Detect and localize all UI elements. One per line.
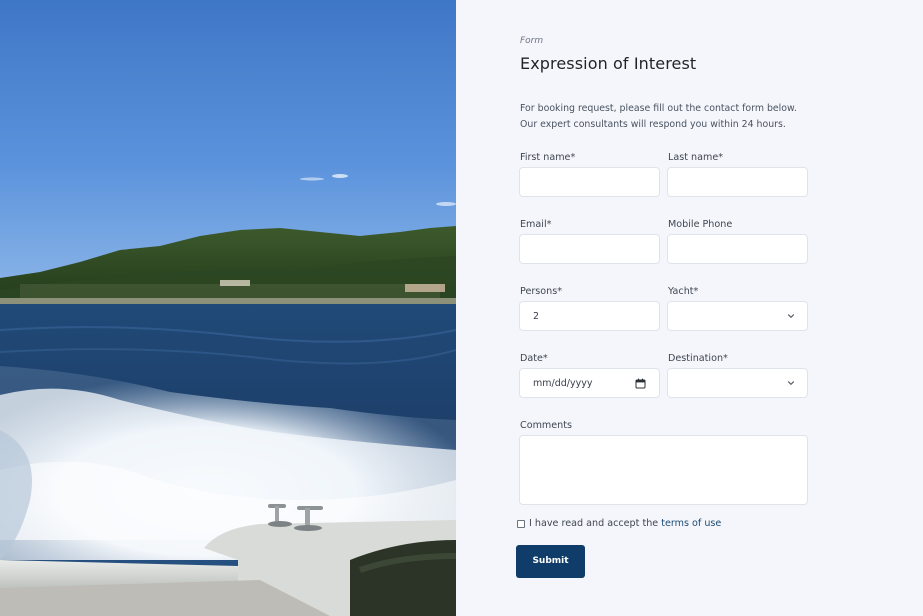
terms-agreement: I have read and accept the terms of use xyxy=(517,518,721,529)
terms-text: I have read and accept the xyxy=(529,518,659,529)
terms-of-use-link[interactable]: terms of use xyxy=(661,518,721,529)
yacht-select[interactable] xyxy=(667,301,808,331)
terms-checkbox[interactable] xyxy=(517,519,525,528)
chevron-down-icon xyxy=(787,314,795,318)
submit-button[interactable]: Submit xyxy=(516,545,585,578)
chevron-down-icon xyxy=(787,381,795,385)
persons-input[interactable]: 2 xyxy=(519,301,660,331)
first-name-input[interactable] xyxy=(519,167,660,197)
destination-select[interactable] xyxy=(667,368,808,398)
destination-label: Destination* xyxy=(668,353,728,364)
comments-textarea[interactable] xyxy=(519,435,808,505)
date-label: Date* xyxy=(520,353,548,364)
yacht-label: Yacht* xyxy=(668,286,699,297)
last-name-input[interactable] xyxy=(667,167,808,197)
form-eyebrow: Form xyxy=(520,36,544,46)
first-name-label: First name* xyxy=(520,152,576,163)
last-name-label: Last name* xyxy=(668,152,724,163)
calendar-icon[interactable] xyxy=(635,378,646,389)
persons-value: 2 xyxy=(533,311,540,322)
email-label: Email* xyxy=(520,219,552,230)
persons-label: Persons* xyxy=(520,286,563,297)
sea-island-boat-image xyxy=(0,0,456,616)
booking-page: Form Expression of Interest For booking … xyxy=(0,0,923,616)
date-input[interactable]: mm/dd/yyyy xyxy=(519,368,660,398)
comments-label: Comments xyxy=(520,420,573,431)
page-title: Expression of Interest xyxy=(520,54,697,73)
form-panel: Form Expression of Interest For booking … xyxy=(456,0,923,616)
mobile-phone-label: Mobile Phone xyxy=(668,219,733,230)
email-input[interactable] xyxy=(519,234,660,264)
form-intro: For booking request, please fill out the… xyxy=(520,103,797,130)
mobile-phone-input[interactable] xyxy=(667,234,808,264)
hero-photo xyxy=(0,0,456,616)
date-placeholder: mm/dd/yyyy xyxy=(533,378,593,389)
